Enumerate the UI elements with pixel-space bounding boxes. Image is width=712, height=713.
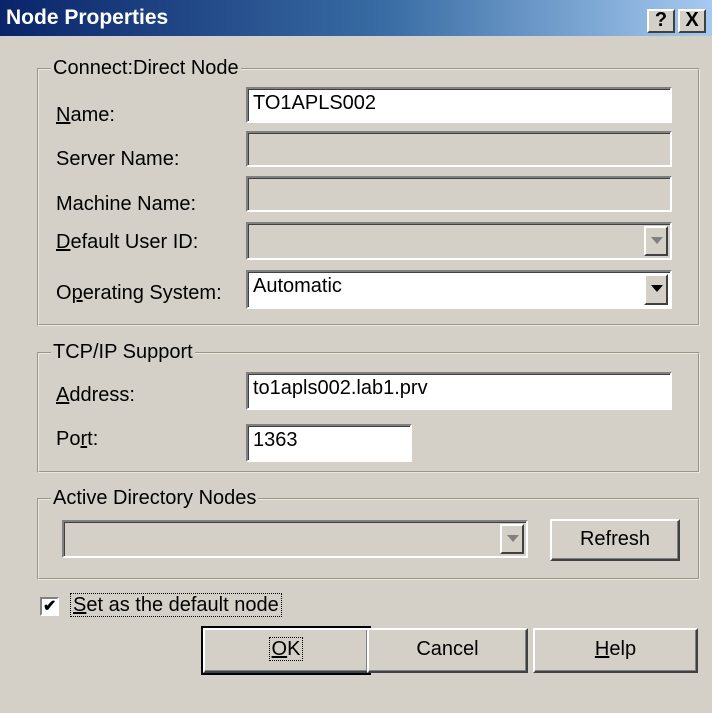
name-input[interactable]: TO1APLS002 bbox=[246, 87, 672, 123]
operating-system-dropdown[interactable]: Automatic bbox=[246, 270, 672, 309]
active-directory-legend: Active Directory Nodes bbox=[51, 487, 259, 510]
checkmark-icon: ✔ bbox=[43, 598, 57, 615]
window-title: Node Properties bbox=[6, 6, 169, 29]
address-label: Address: bbox=[56, 384, 135, 406]
tcpip-legend: TCP/IP Support bbox=[51, 341, 195, 364]
active-directory-dropdown[interactable] bbox=[62, 520, 528, 558]
ok-button[interactable]: OK bbox=[201, 626, 371, 675]
machine-name-label: Machine Name: bbox=[56, 193, 197, 215]
operating-system-label: Operating System: bbox=[56, 282, 222, 304]
title-bar[interactable]: Node Properties ? X bbox=[0, 0, 712, 36]
server-name-label: Server Name: bbox=[56, 148, 180, 170]
connect-direct-legend: Connect:Direct Node bbox=[51, 57, 241, 80]
operating-system-value: Automatic bbox=[253, 275, 342, 297]
machine-name-input bbox=[246, 176, 672, 212]
refresh-button[interactable]: Refresh bbox=[550, 519, 680, 561]
default-node-checkbox[interactable]: ✔ bbox=[40, 597, 59, 616]
chevron-down-icon[interactable] bbox=[500, 524, 524, 554]
cancel-button[interactable]: Cancel bbox=[367, 628, 528, 673]
chevron-down-icon[interactable] bbox=[644, 226, 668, 256]
chevron-down-icon[interactable] bbox=[644, 274, 668, 305]
port-input[interactable]: 1363 bbox=[246, 424, 412, 462]
default-user-id-label: Default User ID: bbox=[56, 231, 199, 253]
name-label: Name: bbox=[56, 104, 115, 126]
port-label: Port: bbox=[56, 428, 99, 450]
server-name-input bbox=[246, 131, 672, 167]
help-question-button[interactable]: ? bbox=[647, 9, 675, 33]
address-input[interactable]: to1apls002.lab1.prv bbox=[246, 372, 672, 410]
default-user-id-dropdown[interactable] bbox=[246, 222, 672, 260]
default-node-label[interactable]: Set as the default node bbox=[70, 593, 282, 617]
help-button[interactable]: Help bbox=[533, 628, 698, 673]
close-button[interactable]: X bbox=[678, 9, 706, 33]
